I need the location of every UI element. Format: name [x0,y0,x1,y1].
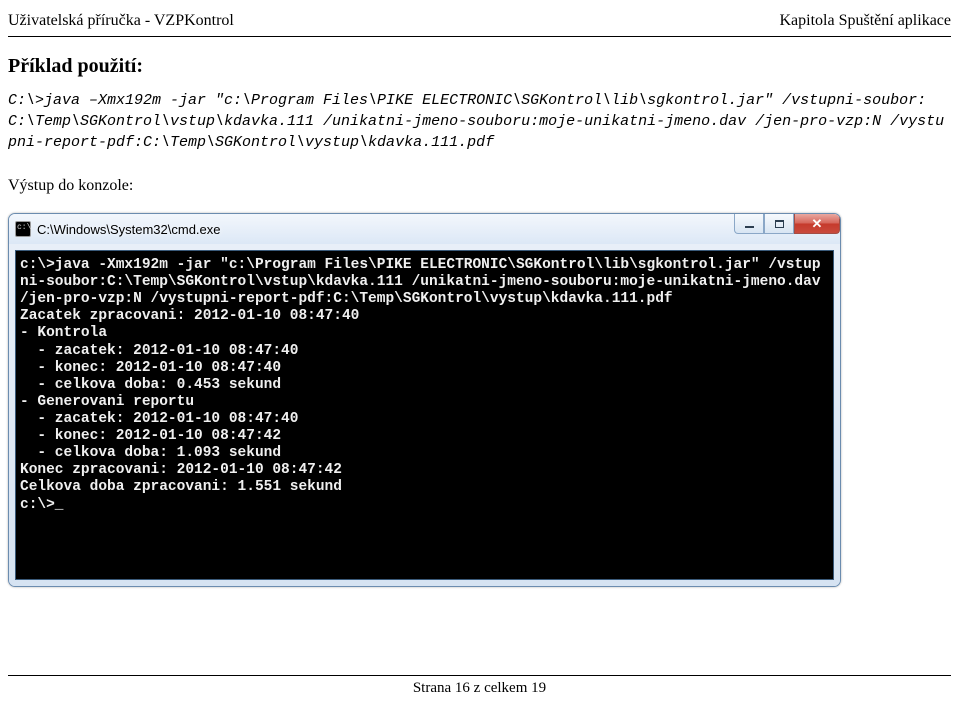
page-header: Uživatelská příručka - VZPKontrol Kapito… [0,0,959,34]
page-footer: Strana 16 z celkem 19 [0,675,959,697]
console-output[interactable]: c:\>java -Xmx192m -jar "c:\Program Files… [15,250,834,580]
maximize-icon [775,220,784,228]
console-line: - zacatek: 2012-01-10 08:47:40 [20,411,825,428]
section-title: Příklad použití: [0,37,959,84]
minimize-icon [745,226,754,228]
console-line: - Kontrola [20,325,825,342]
footer-text: Strana 16 z celkem 19 [0,680,959,697]
console-line: - celkova doba: 1.093 sekund [20,445,825,462]
console-line: - konec: 2012-01-10 08:47:42 [20,428,825,445]
window-titlebar[interactable]: C:\Windows\System32\cmd.exe ✕ [9,214,840,244]
console-line: - konec: 2012-01-10 08:47:40 [20,360,825,377]
minimize-button[interactable] [734,214,764,234]
window-buttons: ✕ [734,214,840,234]
cmd-icon [15,221,31,237]
console-line: Konec zpracovani: 2012-01-10 08:47:42 [20,462,825,479]
command-example: C:\>java –Xmx192m -jar "c:\Program Files… [0,84,959,159]
close-icon: ✕ [812,217,823,230]
header-right: Kapitola Spuštění aplikace [779,12,951,30]
header-left: Uživatelská příručka - VZPKontrol [8,12,234,30]
console-cmd-line: c:\>java -Xmx192m -jar "c:\Program Files… [20,257,825,308]
console-caption: Výstup do konzole: [0,159,959,205]
console-line: - Generovani reportu [20,394,825,411]
console-prompt: c:\>_ [20,497,825,514]
console-line: Zacatek zpracovani: 2012-01-10 08:47:40 [20,308,825,325]
close-button[interactable]: ✕ [794,214,840,234]
cmd-window: C:\Windows\System32\cmd.exe ✕ c:\>java -… [8,213,841,587]
console-line: - celkova doba: 0.453 sekund [20,377,825,394]
maximize-button[interactable] [764,214,794,234]
window-title: C:\Windows\System32\cmd.exe [37,222,838,237]
footer-rule [8,675,951,676]
console-line: - zacatek: 2012-01-10 08:47:40 [20,343,825,360]
console-line: Celkova doba zpracovani: 1.551 sekund [20,479,825,496]
